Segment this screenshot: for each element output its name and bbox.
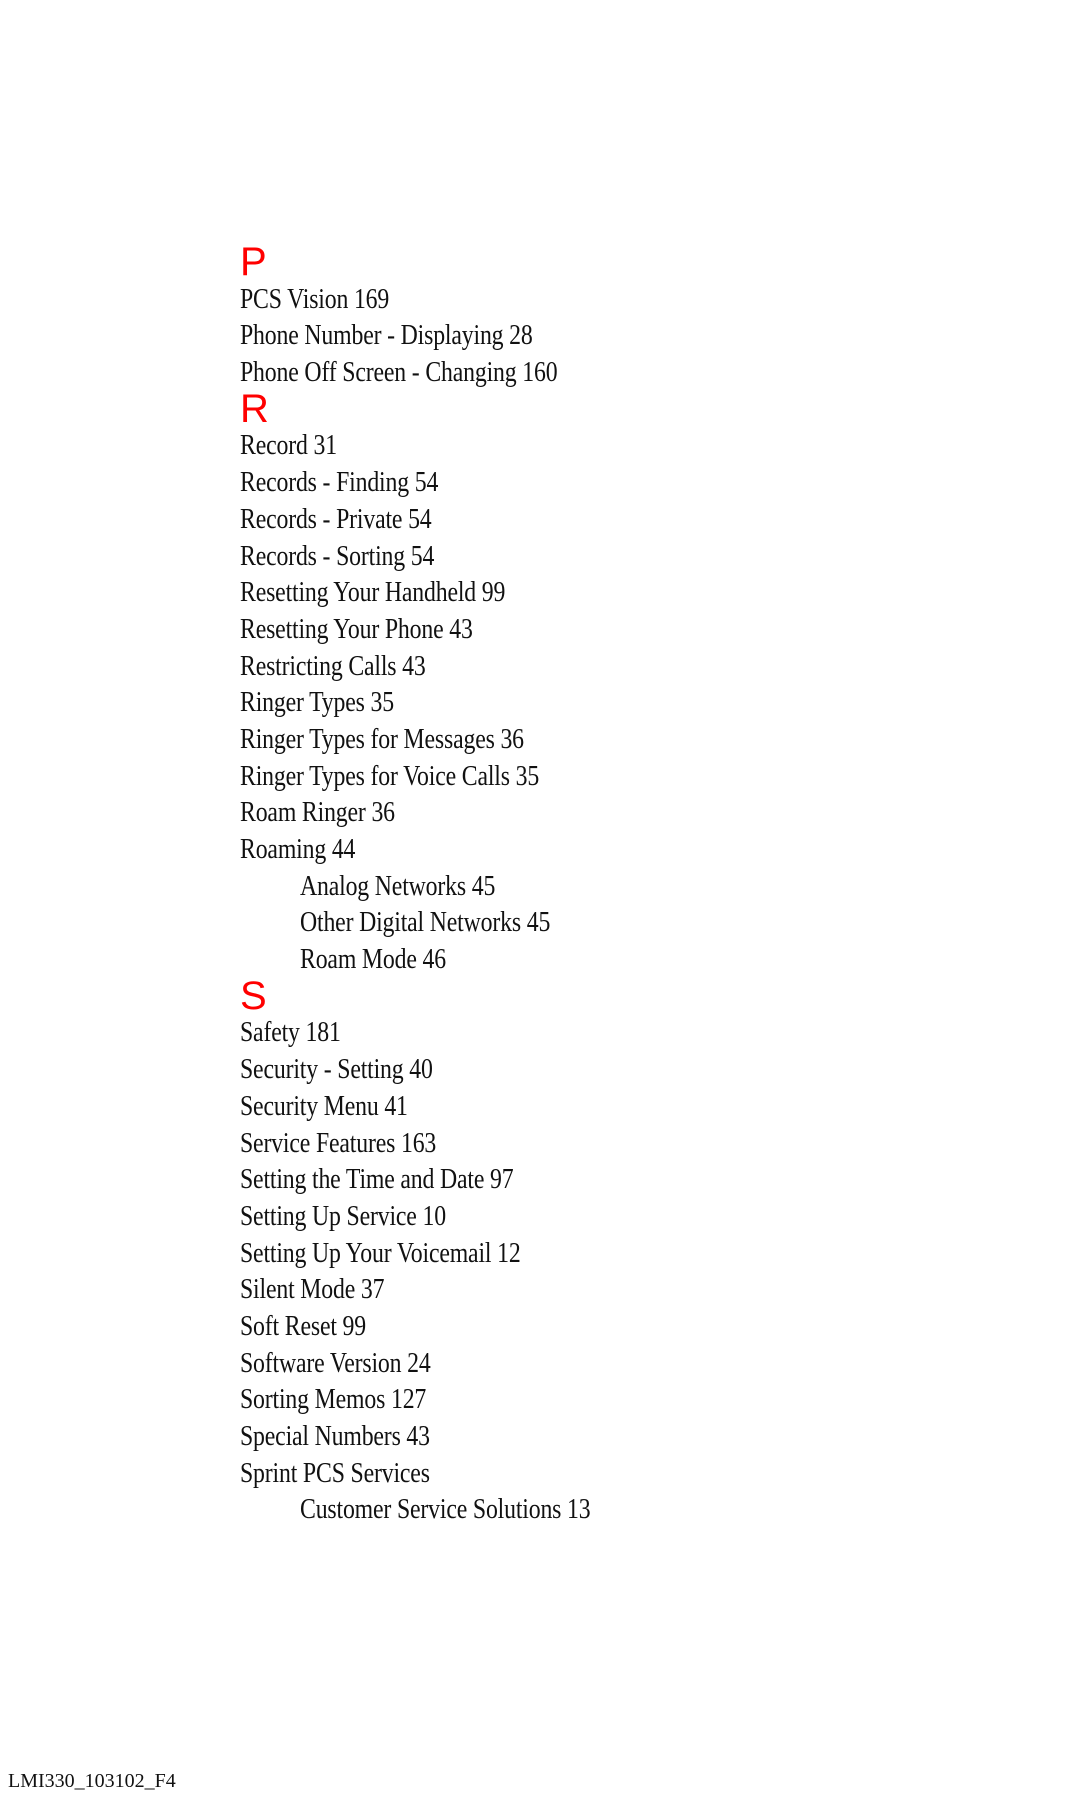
index-entry: Record 31: [240, 429, 337, 462]
index-entry: Setting Up Service 10: [240, 1199, 446, 1232]
index-entry: Roam Ringer 36: [240, 796, 395, 829]
index-entry: Ringer Types for Messages 36: [240, 722, 524, 755]
index-entry: Phone Number - Displaying 28: [240, 319, 533, 352]
page-footer-code: LMI330_103102_F4: [8, 1770, 176, 1792]
index-entry: Records - Finding 54: [240, 466, 439, 499]
index-entry: Setting Up Your Voicemail 12: [240, 1236, 521, 1269]
index-entry: Restricting Calls 43: [240, 649, 426, 682]
index-subentry: Analog Networks 45: [300, 869, 496, 902]
section-letter-heading: P: [240, 240, 267, 284]
index-entry: Sprint PCS Services: [240, 1456, 430, 1489]
section-letter-heading: S: [240, 973, 267, 1018]
index-entry: Resetting Your Handheld 99: [240, 576, 506, 609]
index-entry: Resetting Your Phone 43: [240, 612, 473, 645]
index-entry: Special Numbers 43: [240, 1420, 430, 1452]
index-subentry: Other Digital Networks 45: [300, 906, 551, 939]
index-entry: Service Features 163: [240, 1126, 437, 1159]
index-entry: Records - Sorting 54: [240, 539, 435, 572]
index-entry: Setting the Time and Date 97: [240, 1163, 514, 1196]
index-list: P PCS Vision 169 Phone Number - Displaying…: [240, 240, 654, 1528]
index-entry: Records - Private 54: [240, 502, 432, 535]
index-subentry: Roam Mode 46: [300, 943, 446, 976]
index-entry: Security Menu 41: [240, 1089, 408, 1122]
index-entry: Silent Mode 37: [240, 1273, 385, 1306]
index-entry: Software Version 24: [240, 1346, 431, 1379]
index-entry: Security - Setting 40: [240, 1053, 433, 1086]
index-entry: Sorting Memos 127: [240, 1383, 427, 1416]
index-entry: Soft Reset 99: [240, 1309, 367, 1342]
index-entry: Ringer Types for Voice Calls 35: [240, 759, 540, 792]
index-subentry: Customer Service Solutions 13: [300, 1493, 591, 1526]
index-entry: Phone Off Screen - Changing 160: [240, 356, 558, 389]
index-entry: Roaming 44: [240, 833, 356, 865]
index-entry: Ringer Types 35: [240, 686, 394, 719]
section-letter-heading: R: [240, 386, 269, 431]
index-entry: Safety 181: [240, 1016, 341, 1049]
index-entry: PCS Vision 169: [240, 282, 390, 315]
